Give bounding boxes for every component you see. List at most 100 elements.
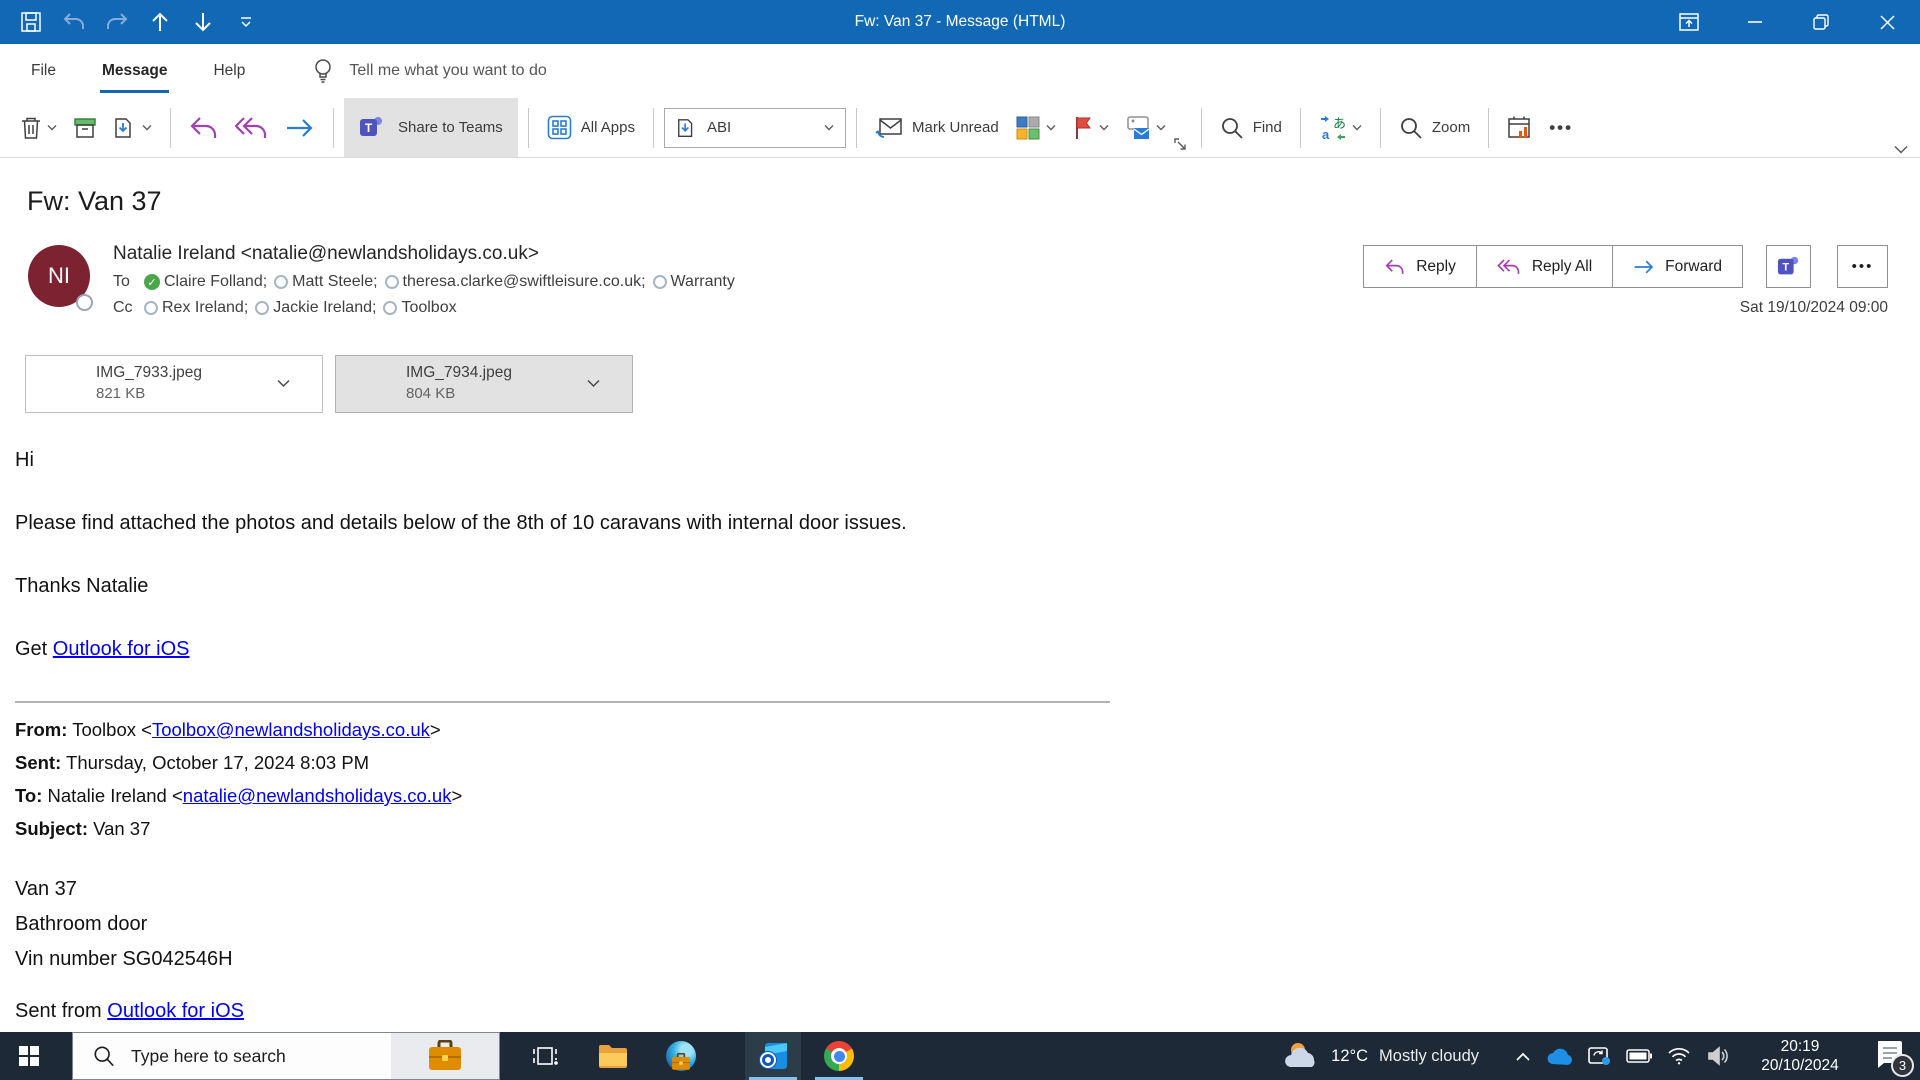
collapse-ribbon-icon[interactable] [1894, 145, 1908, 154]
chevron-down-icon [1046, 125, 1056, 131]
presence-badge [76, 294, 93, 311]
move-to-folder-icon [678, 118, 693, 137]
taskbar-search[interactable]: Type here to search [72, 1032, 500, 1080]
recipient[interactable]: Jackie Ireland; [255, 299, 376, 317]
attachment-chip[interactable]: IMG_7933.jpeg 821 KB [25, 355, 323, 413]
search-briefcase-icon[interactable] [391, 1033, 499, 1079]
message-body: Hi Please find attached the photos and d… [15, 449, 1920, 1023]
quoted-sent-line: Sent: Thursday, October 17, 2024 8:03 PM [15, 752, 370, 773]
notification-badge: 3 [1891, 1054, 1914, 1077]
onedrive-icon[interactable] [1546, 1048, 1572, 1065]
move-to-button[interactable] [105, 105, 160, 151]
outlook-ios-link[interactable]: Outlook for iOS [107, 1000, 244, 1022]
show-hidden-icons-chevron[interactable] [1515, 1052, 1531, 1061]
svg-text:a: a [1322, 127, 1330, 141]
titlebar: Fw: Van 37 - Message (HTML) [0, 0, 1920, 44]
separator [1299, 107, 1301, 148]
wifi-icon[interactable] [1667, 1047, 1691, 1065]
save-icon[interactable] [17, 8, 45, 36]
delete-button[interactable] [12, 105, 65, 151]
forward-icon [1634, 260, 1654, 273]
next-item-icon[interactable] [189, 8, 217, 36]
quoted-header: From: Toolbox <Toolbox@newlandsholidays.… [15, 719, 1920, 839]
all-apps-button[interactable]: All Apps [539, 105, 643, 151]
chrome-taskbar-button[interactable] [811, 1032, 867, 1080]
quoted-to-line: To: Natalie Ireland <natalie@newlandshol… [15, 785, 463, 806]
email-link[interactable]: natalie@newlandsholidays.co.uk [183, 785, 452, 806]
volume-icon[interactable] [1706, 1046, 1730, 1066]
outlook-icon [759, 1043, 787, 1069]
forward-button[interactable] [277, 105, 323, 151]
reply-button[interactable] [181, 105, 227, 151]
separator [1200, 107, 1202, 148]
chevron-down-icon [142, 125, 152, 131]
email-link[interactable]: Toolbox@newlandsholidays.co.uk [152, 719, 430, 740]
follow-up-button[interactable] [1064, 105, 1117, 151]
recipient[interactable]: ✓ Claire Folland; [144, 273, 267, 291]
share-to-teams-button[interactable]: T Share to Teams [344, 98, 518, 157]
recipient[interactable]: Rex Ireland; [144, 299, 248, 317]
tab-file[interactable]: File [8, 44, 79, 98]
chevron-down-icon [47, 125, 57, 131]
file-explorer-icon [599, 1045, 627, 1068]
ribbon-display-options-icon[interactable] [1656, 0, 1722, 44]
mark-unread-button[interactable]: Mark Unread [867, 105, 1007, 151]
find-button[interactable]: Find [1212, 105, 1290, 151]
notification-center-button[interactable]: 3 [1872, 1039, 1914, 1077]
forward-button-header[interactable]: Forward [1613, 245, 1743, 288]
outlook-taskbar-button[interactable] [745, 1032, 801, 1080]
message-date: Sat 19/10/2024 09:00 [1739, 299, 1888, 316]
customize-qat-icon[interactable] [232, 8, 260, 36]
tablet-mode-icon[interactable] [1587, 1046, 1611, 1066]
zoom-button[interactable]: Zoom [1391, 105, 1478, 151]
recipient[interactable]: Matt Steele; [274, 273, 378, 291]
file-explorer-button[interactable] [589, 1032, 637, 1080]
translate-button[interactable]: あa [1311, 105, 1370, 151]
more-commands-button[interactable]: ••• [1541, 105, 1581, 151]
separator [333, 107, 334, 148]
message-header: NI Natalie Ireland <natalie@newlandsholi… [0, 243, 1920, 339]
tab-help[interactable]: Help [190, 44, 268, 98]
previous-item-icon[interactable] [146, 8, 174, 36]
start-button[interactable] [0, 1032, 58, 1080]
no-response-icon [383, 301, 398, 315]
briefcase-overlay-icon [672, 1053, 690, 1070]
redo-icon [103, 8, 131, 36]
edge-button[interactable] [657, 1032, 705, 1080]
taskbar: Type here to search 12°C Mostly cloudy 2… [0, 1032, 1920, 1080]
attachment-chip[interactable]: IMG_7934.jpeg 804 KB [335, 355, 633, 413]
close-button[interactable] [1854, 0, 1920, 44]
share-to-teams-header-button[interactable]: T [1766, 245, 1811, 288]
taskbar-weather[interactable]: 12°C Mostly cloudy [1272, 1041, 1491, 1071]
restore-button[interactable] [1788, 0, 1854, 44]
minimize-button[interactable] [1722, 0, 1788, 44]
van-details: Van 37 Bathroom door Vin number SG042546… [15, 878, 233, 970]
search-placeholder: Type here to search [131, 1045, 286, 1066]
sender-avatar[interactable]: NI [28, 245, 93, 311]
reply-button-header[interactable]: Reply [1363, 245, 1477, 288]
send-options-button[interactable] [1117, 105, 1174, 151]
more-actions-button[interactable]: ••• [1837, 245, 1888, 288]
tab-message[interactable]: Message [79, 44, 190, 98]
no-response-icon [384, 275, 399, 289]
message-pane: Fw: Van 37 NI Natalie Ireland <natalie@n… [0, 186, 1920, 1023]
recipient[interactable]: theresa.clarke@swiftleisure.co.uk; [384, 273, 646, 291]
dialog-launcher-icon[interactable] [1173, 138, 1187, 151]
task-view-button[interactable] [521, 1032, 569, 1080]
chevron-down-icon [1352, 125, 1362, 131]
recipient[interactable]: Warranty [652, 273, 735, 291]
archive-button[interactable] [65, 105, 105, 151]
categorize-button[interactable] [1007, 105, 1064, 151]
taskbar-clock[interactable]: 20:19 20/10/2024 [1752, 1037, 1848, 1075]
battery-icon[interactable] [1626, 1049, 1652, 1063]
outlook-ios-link[interactable]: Outlook for iOS [53, 638, 190, 660]
quick-steps-abi[interactable]: ABI [663, 107, 846, 148]
reply-all-button-header[interactable]: Reply All [1476, 245, 1614, 288]
chevron-down-icon [587, 379, 600, 388]
insights-button[interactable] [1499, 105, 1541, 151]
ribbon-toolbar: T Share to Teams All Apps ABI Mark Unrea… [0, 98, 1920, 158]
tell-me-box[interactable]: Tell me what you want to do [349, 62, 546, 80]
recipient[interactable]: Toolbox [383, 299, 457, 317]
mostly-cloudy-icon [1285, 1043, 1315, 1067]
reply-all-button[interactable] [227, 105, 277, 151]
